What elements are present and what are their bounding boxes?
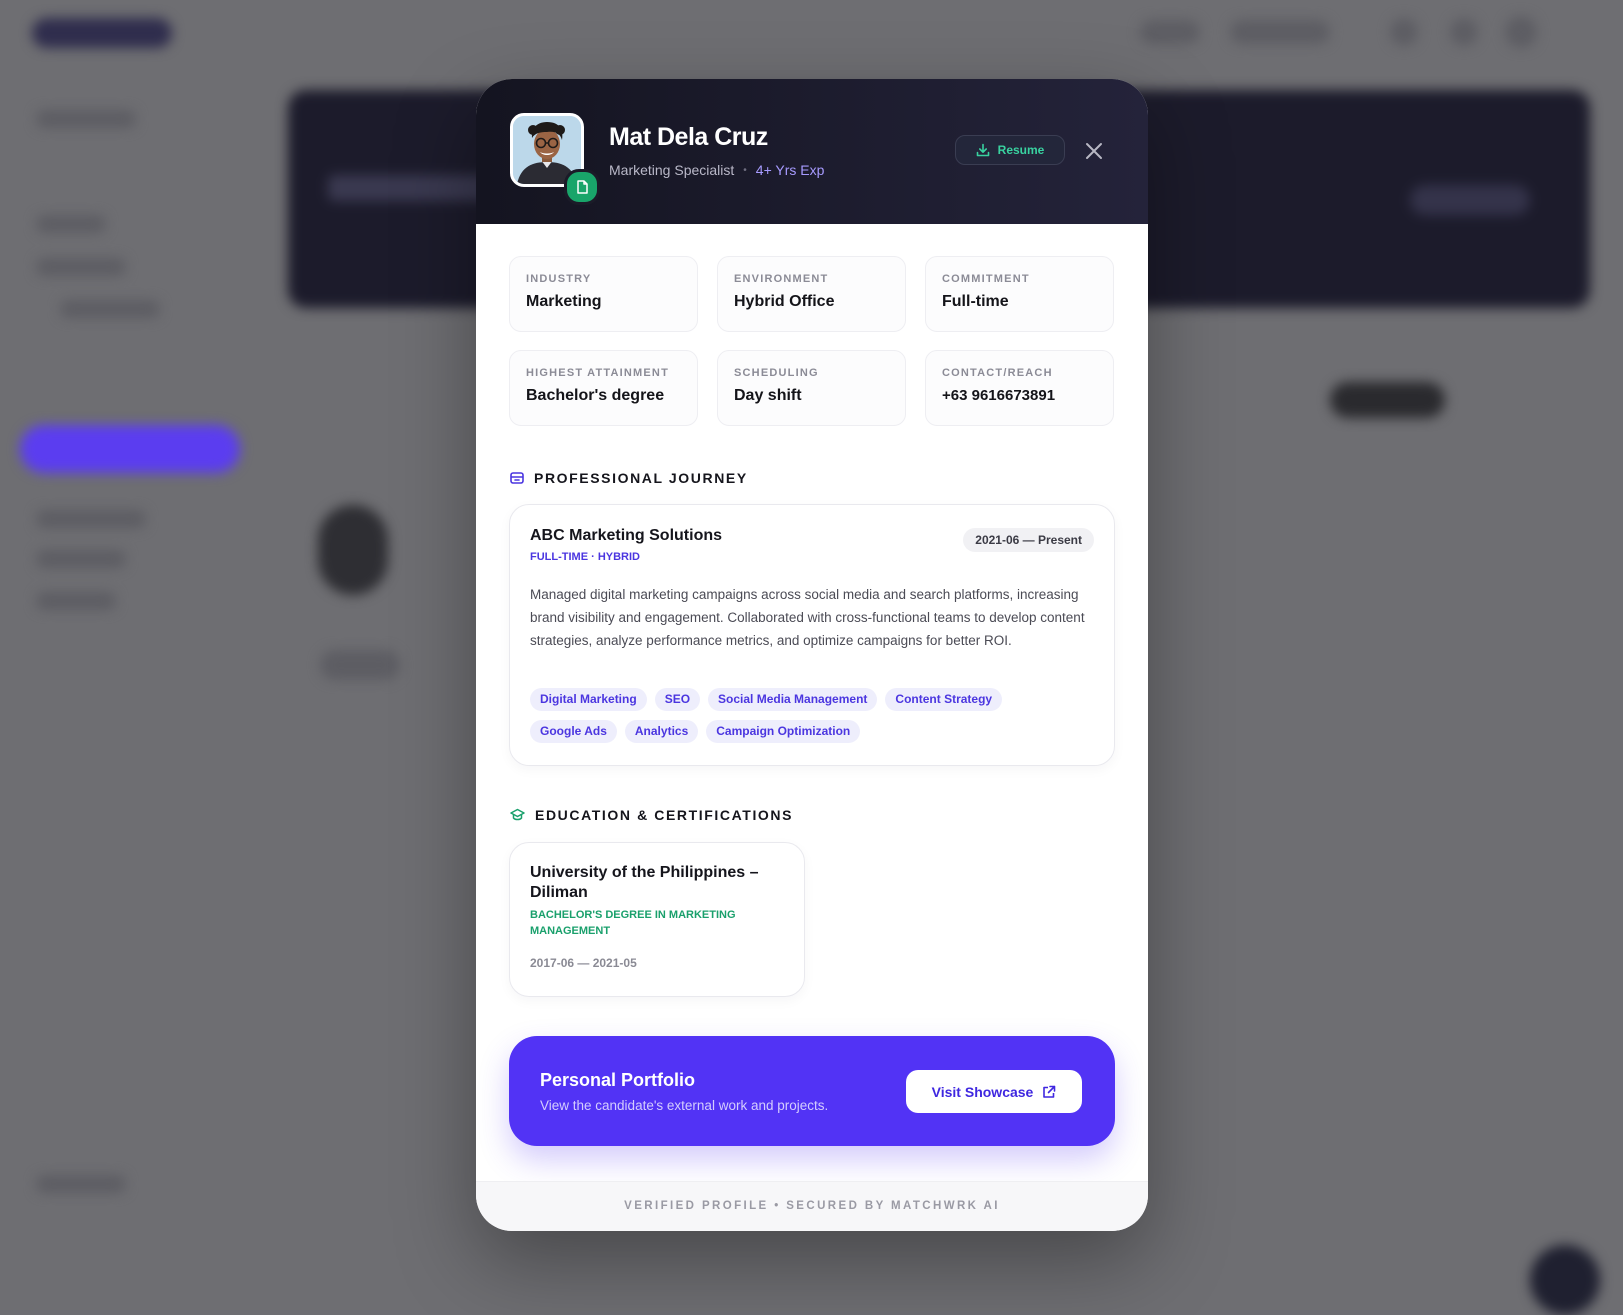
info-label: HIGHEST ATTAINMENT	[526, 367, 669, 379]
candidate-avatar	[318, 505, 388, 595]
candidate-name: Mat Dela Cruz	[609, 123, 768, 151]
app-logo	[32, 18, 172, 48]
sidebar-item	[36, 215, 106, 233]
info-label: CONTACT/REACH	[942, 367, 1053, 379]
download-icon	[976, 143, 989, 157]
floating-action-button	[1530, 1245, 1600, 1315]
section-title-text: EDUCATION & CERTIFICATIONS	[535, 807, 794, 823]
resume-download-button[interactable]: Resume	[955, 135, 1065, 165]
external-link-icon	[1043, 1085, 1056, 1098]
info-label: COMMITMENT	[942, 273, 1030, 285]
segmented-control	[1330, 382, 1445, 418]
employment-type: FULL-TIME · HYBRID	[530, 551, 640, 563]
candidate-role: Marketing Specialist	[609, 162, 735, 178]
info-value: Bachelor's degree	[526, 387, 665, 404]
info-card-commitment: COMMITMENT Full-time	[925, 256, 1114, 332]
job-description: Managed digital marketing campaigns acro…	[530, 587, 1085, 648]
info-value: Full-time	[942, 293, 1009, 310]
info-card-contact: CONTACT/REACH +63 9616673891	[925, 350, 1114, 426]
skill-tags: Digital Marketing SEO Social Media Manag…	[530, 688, 1096, 743]
info-label: ENVIRONMENT	[734, 273, 829, 285]
document-icon	[564, 169, 600, 205]
visit-showcase-button[interactable]: Visit Showcase	[906, 1070, 1082, 1113]
degree-name: BACHELOR'S DEGREE IN MARKETING MANAGEMEN…	[530, 909, 736, 937]
candidate-button	[320, 650, 400, 680]
portfolio-title: Personal Portfolio	[540, 1070, 696, 1090]
nav-item	[1230, 20, 1330, 44]
sidebar-item	[36, 110, 136, 128]
info-value: Marketing	[526, 293, 602, 310]
contact-phone[interactable]: +63 9616673891	[942, 387, 1097, 404]
sidebar-item	[36, 592, 116, 610]
skill-tag: Content Strategy	[885, 688, 1003, 711]
sidebar-item	[36, 258, 126, 276]
modal-footer: VERIFIED PROFILE • SECURED BY MATCHWRK A…	[476, 1181, 1148, 1231]
company-name: ABC Marketing Solutions	[530, 527, 723, 544]
education-card: University of the Philippines – Diliman …	[509, 842, 805, 997]
skill-tag: Digital Marketing	[530, 688, 647, 711]
info-value: Hybrid Office	[734, 293, 835, 310]
sidebar-item	[36, 1175, 126, 1193]
experience-label: 4+ Yrs Exp	[755, 162, 825, 178]
section-title-education: EDUCATION & CERTIFICATIONS	[510, 807, 793, 823]
education-dates: 2017-06 — 2021-05	[530, 956, 637, 970]
hero-button	[1410, 185, 1530, 215]
briefcase-icon	[510, 472, 524, 484]
modal-header: Mat Dela Cruz Marketing Specialist • 4+ …	[476, 79, 1148, 224]
candidate-profile-modal: Mat Dela Cruz Marketing Specialist • 4+ …	[476, 79, 1148, 1231]
section-title-text: PROFESSIONAL JOURNEY	[534, 470, 748, 486]
skill-tag: Analytics	[624, 720, 699, 743]
separator-dot: •	[743, 164, 747, 176]
employment-dates: 2021-06 — Present	[963, 528, 1094, 552]
sidebar-active-item	[20, 425, 240, 473]
info-label: INDUSTRY	[526, 273, 592, 285]
skill-tag: Google Ads	[530, 720, 617, 743]
info-card-scheduling: SCHEDULING Day shift	[717, 350, 906, 426]
section-title-journey: PROFESSIONAL JOURNEY	[510, 470, 748, 486]
visit-showcase-label: Visit Showcase	[931, 1083, 1034, 1100]
skill-tag: Campaign Optimization	[706, 720, 861, 743]
sidebar-item	[36, 550, 126, 568]
portfolio-banner: Personal Portfolio View the candidate's …	[509, 1036, 1115, 1146]
skill-tag: Social Media Management	[708, 688, 878, 711]
nav-item	[1140, 20, 1200, 44]
info-card-attainment: HIGHEST ATTAINMENT Bachelor's degree	[509, 350, 698, 426]
graduation-cap-icon	[510, 808, 525, 821]
info-label: SCHEDULING	[734, 367, 819, 379]
nav-icon	[1390, 18, 1418, 46]
resume-label: Resume	[997, 143, 1045, 157]
user-avatar	[1505, 16, 1537, 48]
close-icon[interactable]	[1082, 139, 1106, 163]
info-card-environment: ENVIRONMENT Hybrid Office	[717, 256, 906, 332]
sidebar-item	[60, 300, 160, 318]
nav-icon	[1450, 18, 1478, 46]
sidebar-item	[36, 510, 146, 528]
skill-tag: SEO	[654, 688, 701, 711]
info-value: Day shift	[734, 387, 802, 404]
school-name: University of the Philippines – Diliman	[530, 864, 759, 901]
portfolio-subtitle: View the candidate's external work and p…	[540, 1098, 829, 1113]
candidate-subline: Marketing Specialist • 4+ Yrs Exp	[609, 162, 824, 178]
info-card-industry: INDUSTRY Marketing	[509, 256, 698, 332]
experience-card: ABC Marketing Solutions FULL-TIME · HYBR…	[509, 504, 1115, 766]
